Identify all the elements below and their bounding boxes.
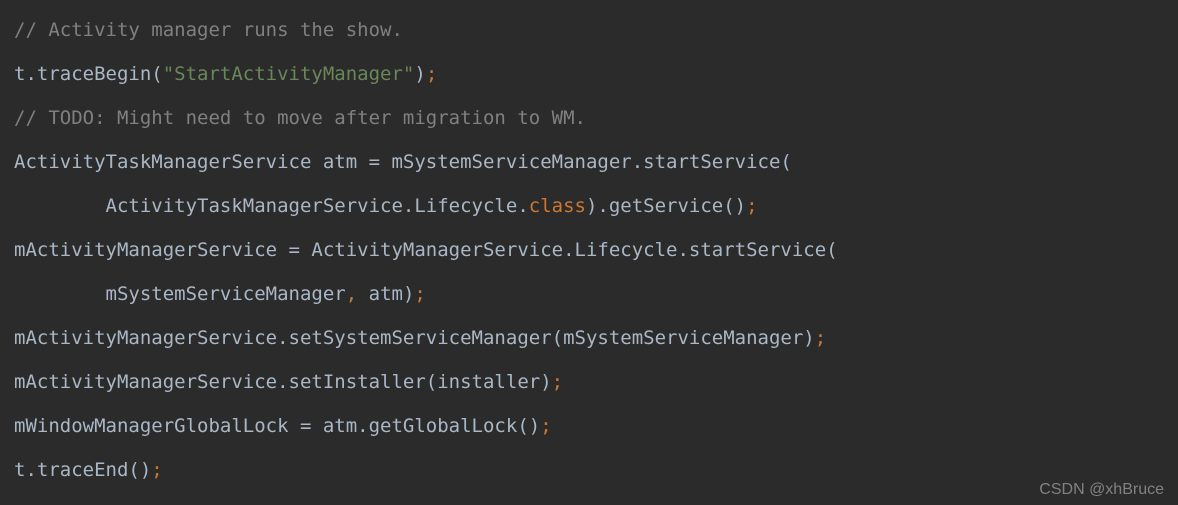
code-text: atm) [357, 283, 414, 305]
code-comment: // Activity manager runs the show. [14, 19, 403, 41]
code-semicolon: ; [426, 63, 437, 85]
code-text: mActivityManagerService.setInstaller(ins… [14, 371, 552, 393]
code-text: mWindowManagerGlobalLock = atm.getGlobal… [14, 415, 540, 437]
code-text: mActivityManagerService = ActivityManage… [14, 239, 838, 261]
code-semicolon: ; [815, 327, 826, 349]
code-semicolon: ; [746, 195, 757, 217]
code-semicolon: ; [414, 283, 425, 305]
code-block: // Activity manager runs the show. t.tra… [0, 0, 1178, 500]
code-semicolon: ; [540, 415, 551, 437]
code-comment: // TODO: Might need to move after migrat… [14, 107, 586, 129]
code-text: ).getService() [586, 195, 746, 217]
code-text: t.traceBegin( [14, 63, 163, 85]
code-text: ) [414, 63, 425, 85]
code-semicolon: ; [151, 459, 162, 481]
code-text: ActivityTaskManagerService atm = mSystem… [14, 151, 792, 173]
code-comma: , [346, 283, 357, 305]
code-text: ActivityTaskManagerService.Lifecycle. [14, 195, 529, 217]
code-text: mSystemServiceManager [14, 283, 346, 305]
code-string: "StartActivityManager" [163, 63, 415, 85]
code-keyword: class [529, 195, 586, 217]
code-text: t.traceEnd() [14, 459, 151, 481]
code-semicolon: ; [552, 371, 563, 393]
code-text: mActivityManagerService.setSystemService… [14, 327, 815, 349]
